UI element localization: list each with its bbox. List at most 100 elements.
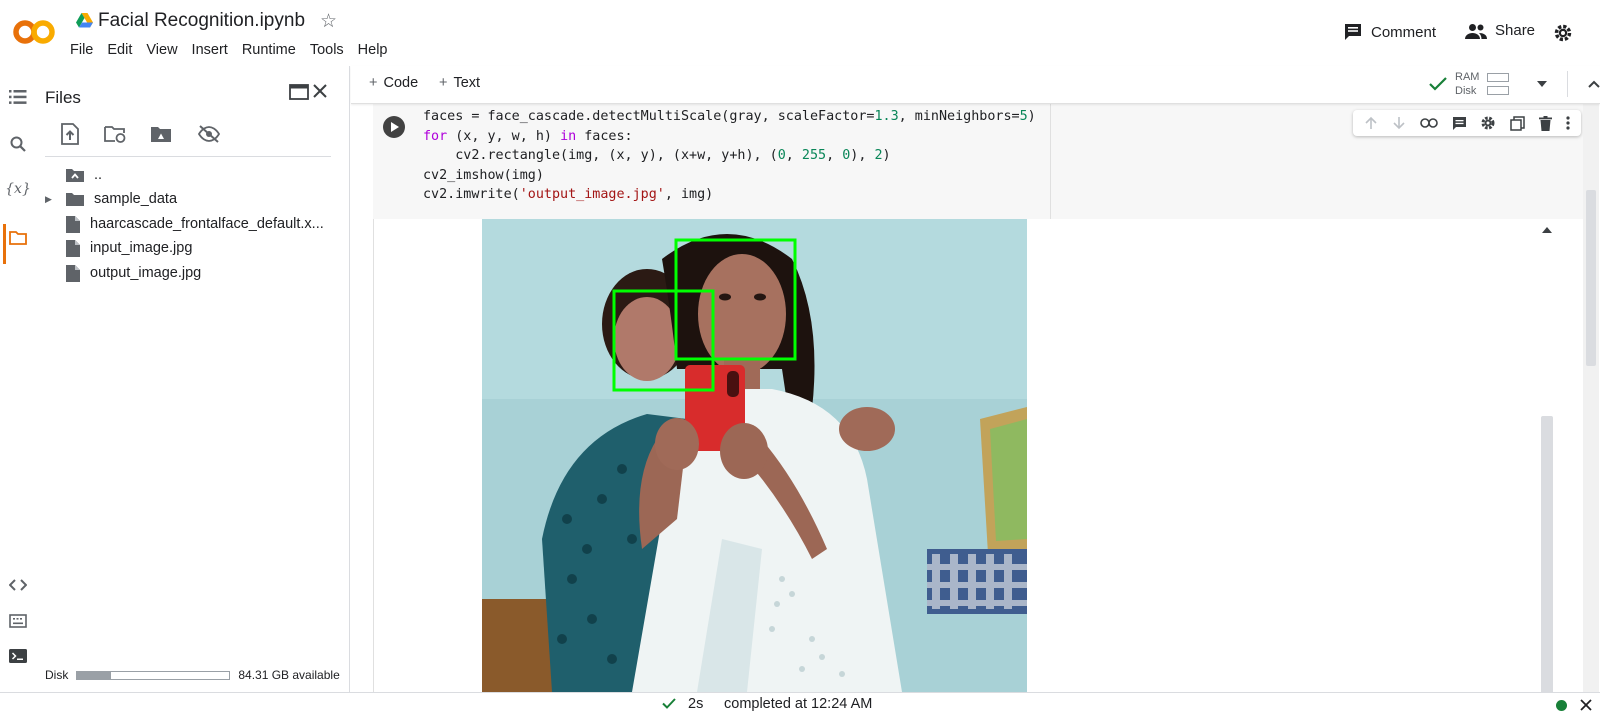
- ram-bar: [1487, 73, 1510, 82]
- comment-icon: [1343, 22, 1363, 42]
- plus-icon: +: [369, 75, 378, 91]
- file-icon: [66, 215, 80, 233]
- file-row-label: haarcascade_frontalface_default.x...: [90, 216, 324, 232]
- menu-runtime[interactable]: Runtime: [242, 42, 296, 58]
- play-icon: [391, 122, 399, 132]
- menu-tools[interactable]: Tools: [310, 42, 344, 58]
- folder-up-icon: [66, 168, 84, 182]
- settings-button[interactable]: [1553, 23, 1573, 43]
- file-row-haarcascade[interactable]: haarcascade_frontalface_default.x...: [66, 212, 324, 236]
- file-row-label: input_image.jpg: [90, 240, 193, 256]
- delete-icon[interactable]: [1539, 115, 1553, 131]
- app-header: Facial Recognition.ipynb ☆ File Edit Vie…: [0, 0, 1600, 66]
- file-row-sample-data[interactable]: ▶ sample_data: [45, 187, 177, 211]
- comment-button[interactable]: Comment: [1343, 22, 1436, 42]
- status-bar: 2s completed at 12:24 AM: [0, 692, 1600, 718]
- menu-file[interactable]: File: [70, 42, 93, 58]
- notebook-scrollbar[interactable]: [1583, 104, 1599, 692]
- move-up-icon[interactable]: [1364, 116, 1378, 130]
- file-row-parent[interactable]: ..: [66, 163, 102, 187]
- terminal-icon[interactable]: [8, 646, 28, 666]
- add-text-label: Text: [453, 75, 481, 91]
- gear-icon[interactable]: [1480, 115, 1496, 131]
- menu-view[interactable]: View: [146, 42, 177, 58]
- share-label: Share: [1495, 22, 1536, 39]
- files-panel: Files .. ▶ sample_data haarcascade_front…: [36, 66, 350, 692]
- gear-icon: [1553, 23, 1573, 43]
- code-line: cv2_imshow(img): [423, 167, 544, 183]
- link-icon[interactable]: [1419, 118, 1438, 128]
- search-icon[interactable]: [8, 134, 28, 154]
- refresh-folder-icon[interactable]: [104, 125, 126, 143]
- file-row-label: output_image.jpg: [90, 265, 202, 281]
- disk-bar: [1487, 86, 1510, 95]
- folder-icon: [66, 192, 84, 206]
- menu-bar: File Edit View Insert Runtime Tools Help: [70, 42, 388, 58]
- notebook-scroll-thumb[interactable]: [1586, 190, 1596, 366]
- upload-file-icon[interactable]: [61, 123, 79, 145]
- menu-insert[interactable]: Insert: [192, 42, 228, 58]
- comment-label: Comment: [1371, 23, 1437, 41]
- more-options-icon[interactable]: [1566, 116, 1570, 130]
- file-icon: [66, 239, 80, 257]
- file-row-output-image[interactable]: output_image.jpg: [66, 261, 201, 285]
- file-row-label: ..: [94, 167, 103, 183]
- files-divider: [45, 156, 331, 157]
- ram-label: RAM: [1455, 71, 1480, 83]
- code-line: for (x, y, w, h) in faces:: [423, 128, 633, 144]
- code-snippets-icon[interactable]: [8, 575, 28, 595]
- disk-available: 84.31 GB available: [238, 668, 340, 682]
- command-palette-icon[interactable]: [8, 611, 28, 631]
- code-line: cv2.rectangle(img, (x, y), (x+w, y+h), (…: [423, 148, 891, 164]
- mount-drive-icon[interactable]: [150, 125, 172, 143]
- dropdown-arrow-icon[interactable]: [1537, 81, 1548, 87]
- code-line: cv2.imwrite('output_image.jpg', img): [423, 187, 714, 203]
- cell-output: [373, 219, 1584, 692]
- active-indicator: [3, 224, 6, 264]
- toolbar-divider: [1567, 71, 1569, 97]
- disk-usage: Disk 84.31 GB available: [45, 668, 340, 682]
- hide-files-icon[interactable]: [197, 125, 221, 143]
- notebook-title[interactable]: Facial Recognition.ipynb: [98, 10, 305, 32]
- mirror-cell-icon[interactable]: [1510, 115, 1526, 131]
- add-code-button[interactable]: + Code: [369, 75, 418, 91]
- code-editor[interactable]: faces = face_cascade.detectMultiScale(gr…: [417, 104, 1051, 219]
- move-down-icon[interactable]: [1392, 116, 1406, 130]
- share-button[interactable]: Share: [1465, 22, 1535, 39]
- table-of-contents-icon[interactable]: [8, 87, 28, 107]
- open-in-tab-icon[interactable]: [289, 84, 309, 100]
- status-message: completed at 12:24 AM: [724, 696, 873, 712]
- people-icon: [1465, 23, 1487, 39]
- code-line: faces = face_cascade.detectMultiScale(gr…: [423, 109, 1036, 124]
- comment-icon[interactable]: [1452, 116, 1467, 131]
- notebook-toolbar: + Code + Text RAM Disk: [351, 66, 1600, 104]
- run-duration: 2s: [688, 696, 704, 712]
- star-icon[interactable]: ☆: [320, 10, 337, 33]
- connected-check-icon: [1429, 77, 1447, 91]
- code-cell[interactable]: faces = face_cascade.detectMultiScale(gr…: [373, 104, 1584, 219]
- colab-logo[interactable]: [12, 12, 56, 52]
- add-text-button[interactable]: + Text: [439, 75, 480, 91]
- collapse-header-icon[interactable]: [1588, 80, 1600, 88]
- resource-bars: [1487, 71, 1510, 97]
- run-cell-button[interactable]: [383, 116, 405, 138]
- disk-label: Disk: [45, 668, 69, 682]
- left-icon-rail: {x}: [0, 66, 36, 692]
- resources-indicator[interactable]: RAM Disk: [1429, 70, 1600, 98]
- menu-help[interactable]: Help: [358, 42, 388, 58]
- cell-toolbar: [1353, 110, 1581, 136]
- notebook-area: faces = face_cascade.detectMultiScale(gr…: [351, 104, 1600, 692]
- close-status-icon[interactable]: [1580, 699, 1592, 711]
- menu-edit[interactable]: Edit: [107, 42, 132, 58]
- output-scrollbar[interactable]: [1537, 224, 1557, 692]
- scroll-up-icon[interactable]: [1542, 227, 1552, 233]
- output-scroll-thumb[interactable]: [1541, 416, 1553, 692]
- plus-icon: +: [439, 75, 448, 91]
- file-row-input-image[interactable]: input_image.jpg: [66, 236, 192, 260]
- disk-label: Disk: [1455, 85, 1477, 97]
- folder-icon[interactable]: [8, 227, 28, 247]
- close-icon[interactable]: [312, 83, 328, 99]
- output-image: [482, 219, 1027, 692]
- expand-arrow-icon[interactable]: ▶: [45, 194, 56, 205]
- variables-icon[interactable]: {x}: [5, 179, 31, 199]
